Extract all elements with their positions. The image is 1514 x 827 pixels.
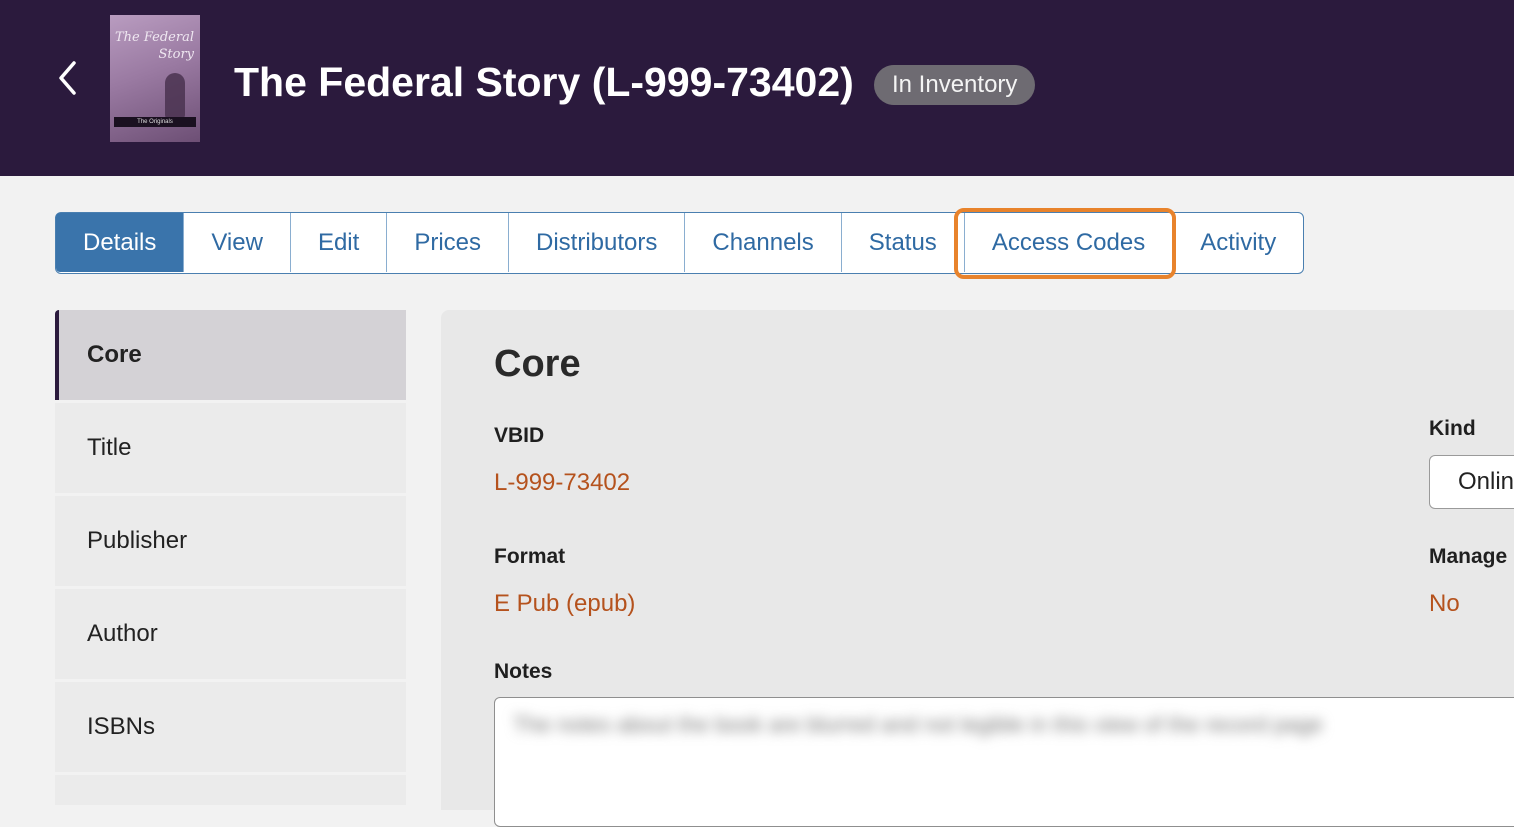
tab-view[interactable]: View bbox=[184, 213, 291, 272]
book-cover-thumbnail: The Federal Story The Originals bbox=[110, 15, 200, 142]
format-value: E Pub (epub) bbox=[494, 590, 636, 617]
status-badge: In Inventory bbox=[874, 65, 1036, 105]
tab-access-codes[interactable]: Access Codes bbox=[953, 208, 1177, 279]
page-title: The Federal Story (L-999-73402) bbox=[234, 59, 854, 105]
notes-textarea[interactable]: The notes about the book are blurred and… bbox=[494, 697, 1514, 827]
tab-edit[interactable]: Edit bbox=[291, 213, 388, 272]
section-nav: Core Title Publisher Author ISBNs bbox=[55, 310, 406, 808]
cover-title-line-2: Story bbox=[158, 47, 194, 62]
tab-channels[interactable]: Channels bbox=[685, 213, 842, 272]
tab-prices[interactable]: Prices bbox=[387, 213, 509, 272]
app-header: The Federal Story The Originals The Fede… bbox=[0, 0, 1514, 176]
kind-select[interactable]: Onlin bbox=[1429, 455, 1514, 509]
cover-figure bbox=[165, 73, 185, 119]
cover-band: The Originals bbox=[114, 117, 196, 127]
managed-value: No bbox=[1429, 590, 1460, 617]
tab-status[interactable]: Status bbox=[842, 213, 965, 272]
section-title: Core bbox=[494, 343, 581, 385]
nav-item-isbns[interactable]: ISBNs bbox=[55, 682, 406, 772]
tab-bar: Details View Edit Prices Distributors Ch… bbox=[55, 208, 1305, 279]
kind-label: Kind bbox=[1429, 417, 1476, 440]
chevron-left-icon bbox=[59, 61, 76, 95]
nav-item-publisher[interactable]: Publisher bbox=[55, 496, 406, 586]
vbid-value: L-999-73402 bbox=[494, 469, 631, 496]
notes-text: The notes about the book are blurred and… bbox=[513, 712, 1323, 737]
nav-item-core[interactable]: Core bbox=[55, 310, 406, 400]
notes-label: Notes bbox=[494, 660, 553, 683]
nav-item-next[interactable] bbox=[55, 775, 406, 805]
nav-item-author[interactable]: Author bbox=[55, 589, 406, 679]
tab-activity[interactable]: Activity bbox=[1173, 213, 1303, 272]
vbid-label: VBID bbox=[494, 424, 545, 447]
format-label: Format bbox=[494, 545, 566, 568]
back-button[interactable] bbox=[50, 58, 84, 98]
core-panel: Core VBID L-999-73402 Kind Onlin Format … bbox=[441, 310, 1514, 827]
cover-title-text: The Federal Story bbox=[114, 29, 194, 63]
cover-title-line-1: The Federal bbox=[114, 30, 194, 45]
nav-item-title[interactable]: Title bbox=[55, 403, 406, 493]
managed-label: Manage bbox=[1429, 545, 1508, 568]
tab-details[interactable]: Details bbox=[56, 213, 185, 272]
tab-distributors[interactable]: Distributors bbox=[509, 213, 686, 272]
